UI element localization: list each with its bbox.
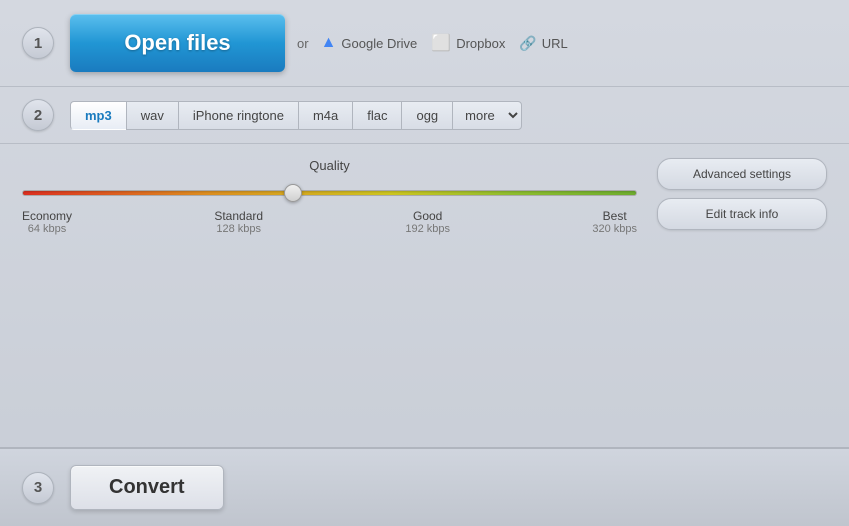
tab-flac[interactable]: flac xyxy=(352,101,401,130)
step1-row: 1 Open files or ▲ Google Drive ⬜ Dropbox… xyxy=(0,0,849,87)
open-files-button[interactable]: Open files xyxy=(70,14,285,72)
quality-slider-track xyxy=(22,190,637,196)
tab-mp3[interactable]: mp3 xyxy=(70,101,126,130)
url-button[interactable]: 🔗 URL xyxy=(519,35,567,52)
tab-ogg[interactable]: ogg xyxy=(401,101,452,130)
quality-slider-container xyxy=(22,183,637,203)
step2-formats-row: 2 mp3 wav iPhone ringtone m4a flac ogg m… xyxy=(0,87,849,144)
dropbox-label: Dropbox xyxy=(456,36,505,51)
quality-slider-thumb[interactable] xyxy=(284,184,302,202)
step2-section: 2 mp3 wav iPhone ringtone m4a flac ogg m… xyxy=(0,87,849,448)
url-icon: 🔗 xyxy=(519,35,536,52)
tab-m4a[interactable]: m4a xyxy=(298,101,352,130)
quality-panel: Quality Economy 64 kbps Standard xyxy=(22,158,637,235)
step1-number: 1 xyxy=(22,27,54,59)
advanced-settings-button[interactable]: Advanced settings xyxy=(657,158,827,190)
step2-number: 2 xyxy=(22,99,54,131)
quality-labels: Economy 64 kbps Standard 128 kbps Good 1… xyxy=(22,209,637,235)
quality-best: Best 320 kbps xyxy=(592,209,637,235)
more-formats-select[interactable]: more xyxy=(452,101,522,130)
google-drive-icon: ▲ xyxy=(321,34,337,52)
dropbox-icon: ⬜ xyxy=(431,33,451,53)
step2-content: Quality Economy 64 kbps Standard xyxy=(0,144,849,243)
url-label: URL xyxy=(542,36,568,51)
step2-main: Quality Economy 64 kbps Standard xyxy=(22,144,827,243)
tab-iphone-ringtone[interactable]: iPhone ringtone xyxy=(178,101,298,130)
settings-buttons: Advanced settings Edit track info xyxy=(657,158,827,230)
quality-title: Quality xyxy=(22,158,637,173)
google-drive-label: Google Drive xyxy=(341,36,417,51)
edit-track-info-button[interactable]: Edit track info xyxy=(657,198,827,230)
app-container: 1 Open files or ▲ Google Drive ⬜ Dropbox… xyxy=(0,0,849,526)
step3-row: 3 Convert xyxy=(0,448,849,526)
quality-economy: Economy 64 kbps xyxy=(22,209,72,235)
quality-standard: Standard 128 kbps xyxy=(214,209,263,235)
quality-good: Good 192 kbps xyxy=(405,209,450,235)
convert-button[interactable]: Convert xyxy=(70,465,224,510)
step3-number: 3 xyxy=(22,472,54,504)
format-tabs: mp3 wav iPhone ringtone m4a flac ogg mor… xyxy=(70,101,522,130)
tab-wav[interactable]: wav xyxy=(126,101,178,130)
or-text: or xyxy=(297,36,309,51)
google-drive-button[interactable]: ▲ Google Drive xyxy=(321,34,418,52)
dropbox-button[interactable]: ⬜ Dropbox xyxy=(431,33,505,53)
